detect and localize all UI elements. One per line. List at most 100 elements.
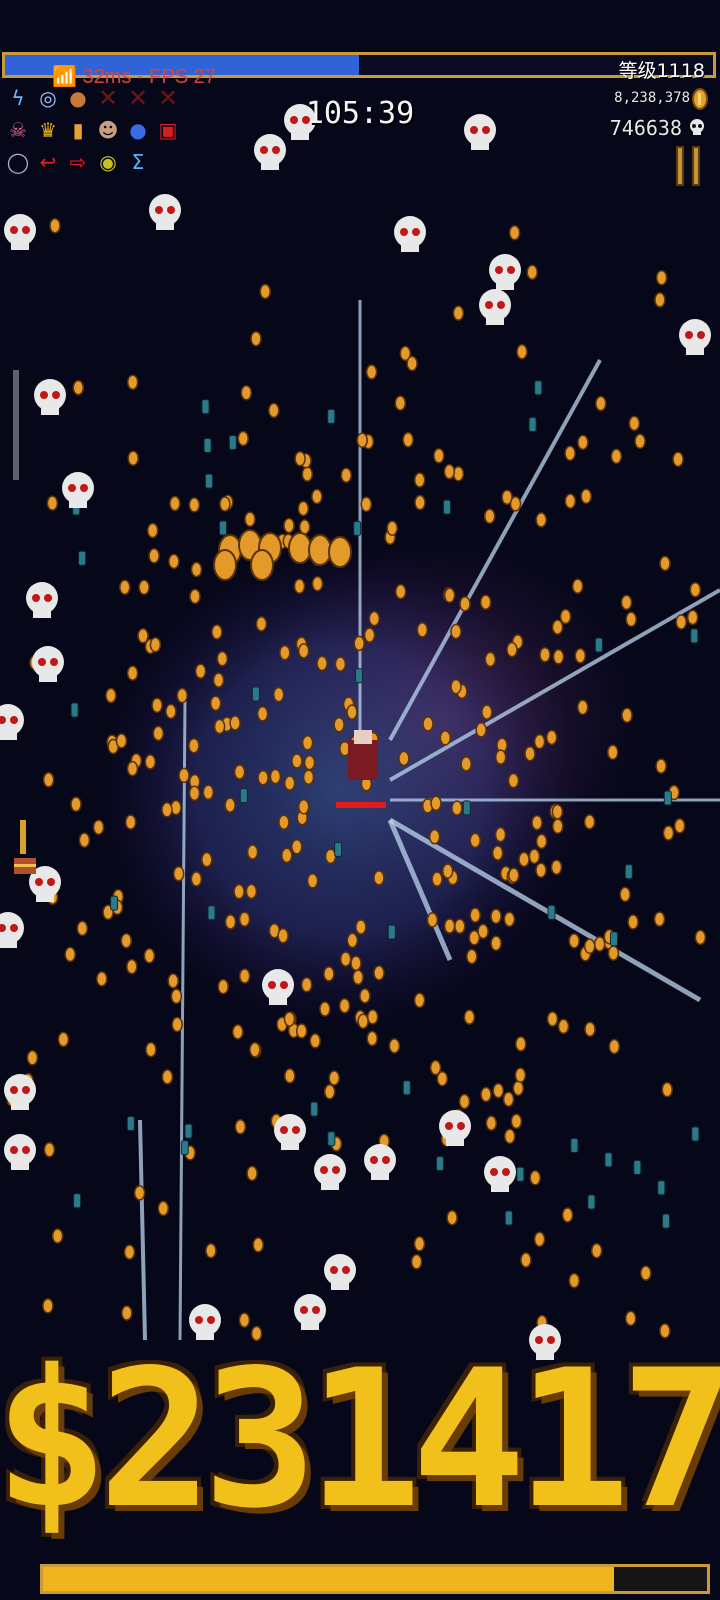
gold-coin bbox=[529, 1170, 541, 1186]
gold-coin bbox=[233, 883, 245, 900]
weapon-slots: ϟ ◎ ● ✕ ✕ ✕ ☠ ♛ ▮ ☻ ● ▣ ◯ ↩ ⇨ ◉ Σ bbox=[4, 84, 182, 180]
gold-coin bbox=[283, 775, 296, 791]
gold-coin bbox=[188, 785, 201, 802]
gold-gain-display: $231417 bbox=[0, 1340, 720, 1540]
gold-coin bbox=[524, 745, 536, 762]
gold-coin bbox=[283, 517, 295, 534]
gold-coin bbox=[295, 1023, 308, 1039]
gold-coin bbox=[515, 1036, 527, 1052]
experience-gem bbox=[201, 399, 210, 415]
gold-coin bbox=[298, 519, 311, 535]
red-tome-icon: ▣ bbox=[158, 118, 178, 142]
gold-coin bbox=[659, 1323, 671, 1339]
gold-coin bbox=[469, 907, 481, 923]
gold-coin bbox=[528, 848, 541, 865]
gold-coin bbox=[502, 1091, 515, 1107]
gold-coin bbox=[480, 1086, 492, 1103]
gold-coin bbox=[595, 395, 607, 412]
gold-coin bbox=[583, 938, 596, 955]
gold-coin bbox=[477, 923, 489, 940]
gold-coin bbox=[359, 988, 371, 1004]
experience-gem bbox=[70, 702, 79, 718]
experience-gem bbox=[78, 550, 87, 566]
gold-coin bbox=[168, 553, 180, 570]
gold-coin bbox=[634, 433, 646, 450]
gold-coin bbox=[146, 522, 159, 539]
gold-coin bbox=[278, 814, 290, 830]
gold-coin bbox=[42, 772, 55, 788]
gold-coin bbox=[178, 767, 190, 784]
gold-coin bbox=[205, 1242, 217, 1259]
gold-coin bbox=[475, 722, 487, 738]
gold-coin bbox=[301, 735, 314, 751]
gold-coin bbox=[246, 844, 259, 860]
gold-coin bbox=[72, 379, 85, 396]
gold-coin bbox=[454, 918, 466, 934]
gold-coin bbox=[394, 395, 407, 411]
gold-coin bbox=[450, 623, 462, 640]
gold-coin bbox=[259, 283, 271, 300]
gold-coin bbox=[70, 796, 82, 812]
gold-coin bbox=[161, 1069, 174, 1085]
gold-coin bbox=[216, 650, 229, 667]
gold-coin bbox=[346, 932, 359, 949]
gold-coin bbox=[126, 665, 139, 681]
gold-coin bbox=[233, 764, 246, 780]
experience-gem bbox=[184, 1123, 193, 1139]
gold-coin bbox=[126, 958, 138, 975]
gold-coin-large bbox=[328, 536, 352, 568]
gold-coin bbox=[126, 760, 139, 777]
gold-coin bbox=[551, 803, 564, 820]
gold-coin bbox=[458, 1093, 471, 1110]
gold-coin bbox=[240, 384, 253, 401]
gold-coin bbox=[297, 500, 310, 517]
gold-coin bbox=[571, 578, 584, 594]
gold-coin bbox=[659, 555, 671, 572]
gold-coin bbox=[124, 814, 137, 830]
experience-gem bbox=[691, 1126, 700, 1142]
gold-coin bbox=[494, 749, 507, 765]
gold-coin bbox=[366, 1009, 379, 1025]
gold-coin bbox=[232, 1024, 244, 1040]
gold-coin bbox=[535, 512, 547, 528]
gold-coin bbox=[621, 707, 633, 724]
gold-coin bbox=[689, 581, 702, 598]
experience-gem bbox=[180, 1140, 189, 1156]
gold-coin bbox=[402, 432, 414, 448]
gold-coin bbox=[446, 1209, 458, 1226]
experience-gem bbox=[334, 841, 343, 857]
gold-coin bbox=[57, 1031, 70, 1048]
pause-button[interactable] bbox=[676, 146, 706, 186]
red-arrow-icon: ↩ bbox=[39, 150, 57, 174]
gold-coin bbox=[161, 802, 173, 818]
gold-coin bbox=[350, 955, 362, 971]
gold-coin bbox=[272, 686, 285, 703]
gold-coin bbox=[152, 725, 165, 742]
gold-coin bbox=[138, 579, 150, 596]
meat-icon: ● bbox=[69, 86, 87, 110]
experience-gem bbox=[110, 895, 119, 911]
candle-icon: ▮ bbox=[72, 118, 84, 142]
gold-coin bbox=[416, 622, 429, 638]
gold-coin bbox=[443, 918, 456, 934]
gold-coin bbox=[516, 343, 528, 360]
gold-coin bbox=[334, 656, 347, 672]
kill-counter: 746638 bbox=[609, 116, 682, 140]
gold-coin bbox=[144, 754, 157, 770]
gold-coin bbox=[508, 867, 520, 883]
gold-coin bbox=[628, 415, 641, 432]
bottom-progress-bar bbox=[40, 1564, 710, 1594]
gold-coin bbox=[561, 1207, 574, 1223]
face-icon: ☻ bbox=[97, 118, 119, 142]
gold-coin bbox=[607, 945, 620, 961]
gold-coin bbox=[479, 594, 492, 610]
gold-coin bbox=[360, 496, 373, 513]
gold-coin bbox=[568, 1272, 580, 1289]
gold-coin bbox=[533, 733, 546, 750]
gold-coin bbox=[508, 224, 521, 241]
experience-gem bbox=[633, 1160, 642, 1175]
gold-coin bbox=[356, 432, 368, 448]
gold-coin bbox=[431, 871, 443, 887]
gold-coin bbox=[323, 1084, 336, 1100]
gold-coin bbox=[189, 588, 201, 605]
